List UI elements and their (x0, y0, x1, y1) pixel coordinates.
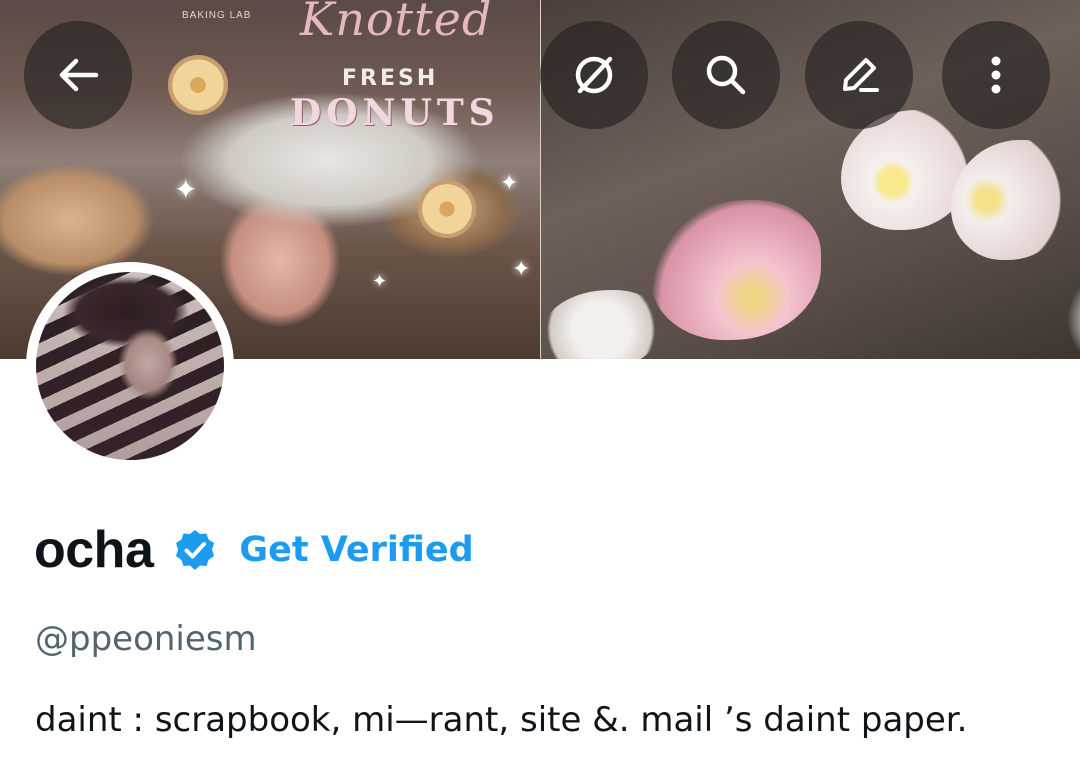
user-handle: @ppeoniesm (35, 619, 257, 659)
avatar[interactable] (26, 262, 234, 470)
get-verified-link[interactable]: Get Verified (239, 530, 473, 570)
search-icon (706, 55, 746, 95)
search-button[interactable] (672, 21, 780, 129)
arrow-left-icon (59, 58, 99, 92)
edit-button[interactable] (805, 21, 913, 129)
avatar-shade (36, 272, 224, 460)
sparkle-icon: ✦ (500, 170, 519, 195)
flower-sticker (418, 180, 476, 238)
banner-sign-donuts: DONUTS (290, 92, 500, 134)
sparkle-icon: ✦ (512, 256, 531, 281)
back-button[interactable] (24, 21, 132, 129)
banner-sign-script: Knotted (300, 0, 493, 46)
more-options-button[interactable] (942, 21, 1050, 129)
verified-badge-icon[interactable] (173, 528, 217, 572)
grok-icon (575, 56, 613, 94)
lily-petal (541, 290, 661, 359)
sparkle-icon: ✦ (174, 174, 198, 205)
banner-sign-small: BAKING LAB (182, 10, 252, 21)
banner-sign-fresh: FRESH (342, 66, 439, 91)
name-row: ocha Get Verified (34, 520, 474, 580)
pencil-icon (843, 58, 879, 92)
profile-bio: daint : scrapbook, mi—rant, site &. mail… (35, 700, 968, 740)
avatar-image (36, 272, 224, 460)
flower-sticker (168, 55, 228, 115)
grok-button[interactable] (540, 21, 648, 129)
display-name: ocha (34, 521, 154, 579)
lily-petal (651, 200, 821, 340)
sparkle-icon: ✦ (372, 271, 388, 291)
more-vertical-icon (991, 56, 1001, 94)
